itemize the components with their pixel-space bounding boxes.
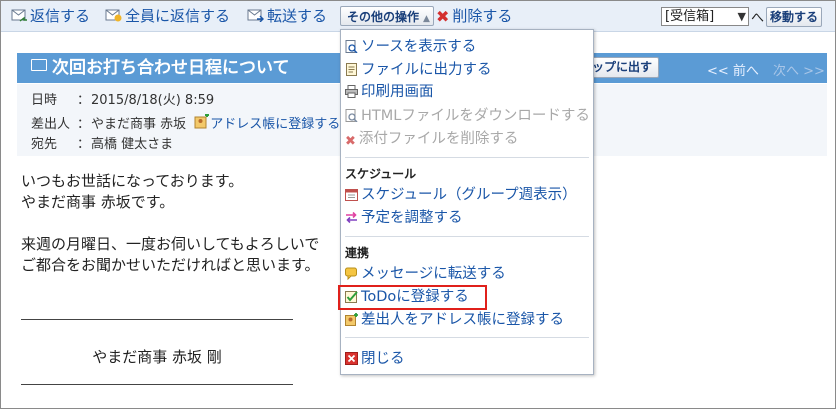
menu-item-label: 差出人をアドレス帳に登録する: [361, 312, 564, 328]
menu-item-close[interactable]: 閉じる: [345, 349, 405, 369]
reply-icon: [11, 7, 27, 27]
menu-item-delete-attachment: ✖ 添付ファイルを削除する: [345, 129, 518, 149]
menu-divider: [345, 236, 589, 237]
menu-item-label: スケジュール（グループ週表示）: [361, 187, 577, 203]
delete-label: 削除する: [452, 7, 513, 25]
menu-item-label: 閉じる: [361, 351, 405, 367]
menu-item-label: 印刷用画面: [361, 84, 434, 100]
reply-button[interactable]: 返信する: [11, 6, 90, 26]
from-value: やまだ商事 赤坂: [91, 117, 187, 132]
menu-divider: [345, 337, 589, 338]
next-link: 次へ >>: [773, 64, 825, 79]
adjust-icon: [345, 210, 358, 224]
toolbar: 返信する 全員に返信する 転送する その他の操作 ▲ ✖ 削除する [受信箱] ▼ …: [1, 1, 835, 32]
menu-item-label: メッセージに転送する: [361, 266, 506, 282]
colon: ：: [77, 137, 91, 152]
forward-label: 転送する: [267, 7, 328, 25]
message-body: いつもお世話になっております。 やまだ商事 赤坂です。 来週の月曜日、一度お伺い…: [21, 171, 320, 276]
menu-item-forward-message[interactable]: メッセージに転送する: [345, 264, 506, 284]
to-label: 宛先: [31, 137, 58, 152]
folder-select[interactable]: [受信箱] ▼: [661, 7, 749, 26]
forward-icon: [247, 7, 264, 27]
subject-text: 次回お打ち合わせ日程について: [52, 58, 290, 78]
from-label: 差出人: [31, 117, 71, 132]
menu-section-link: 連携: [345, 246, 370, 260]
menu-item-adjust-schedule[interactable]: 予定を調整する: [345, 208, 463, 228]
reply-all-icon: [105, 7, 122, 27]
signature-divider: [21, 384, 293, 385]
reply-all-button[interactable]: 全員に返信する: [105, 6, 230, 26]
address-book-icon: [194, 113, 210, 135]
body-line: やまだ商事 赤坂です。: [21, 193, 175, 211]
delete-button[interactable]: ✖ 削除する: [436, 6, 512, 26]
to-row: 宛先 ：高橋 健太さま: [31, 136, 173, 154]
menu-item-label: 予定を調整する: [361, 210, 463, 226]
move-button[interactable]: 移動する: [766, 7, 822, 27]
envelope-icon: [31, 59, 47, 71]
menu-item-print-view[interactable]: 印刷用画面: [345, 82, 434, 102]
delete-x-icon: ✖: [436, 6, 450, 26]
print-icon: [345, 84, 358, 98]
date-label: 日時: [31, 93, 58, 108]
menu-item-label: HTMLファイルをダウンロードする: [361, 108, 590, 124]
menu-divider: [345, 157, 589, 158]
prev-link[interactable]: << 前へ: [707, 60, 759, 79]
to-value: 高橋 健太さま: [91, 137, 174, 152]
other-operations-label: その他の操作: [347, 10, 420, 24]
schedule-icon: [345, 187, 358, 201]
mail-viewer: 返信する 全員に返信する 転送する その他の操作 ▲ ✖ 削除する [受信箱] ▼ …: [0, 0, 836, 409]
menu-item-register-sender[interactable]: 差出人をアドレス帳に登録する: [345, 310, 564, 330]
delete-attachment-icon: ✖: [345, 134, 356, 149]
reply-label: 返信する: [30, 7, 91, 25]
reply-all-label: 全員に返信する: [125, 7, 231, 25]
other-operations-button[interactable]: その他の操作 ▲: [340, 6, 434, 26]
body-line: いつもお世話になっております。: [21, 172, 244, 190]
date-value: 2015/8/18(火) 8:59: [91, 93, 215, 108]
triangle-up-icon: ▲: [423, 14, 430, 24]
menu-item-download-html: HTMLファイルをダウンロードする: [345, 106, 590, 126]
todo-highlight-box: [338, 285, 487, 310]
folder-select-value: [受信箱]: [665, 9, 715, 24]
message-icon: [345, 266, 358, 281]
menu-item-export-file[interactable]: ファイルに出力する: [345, 60, 492, 80]
colon: ：: [77, 117, 91, 132]
body-line: ご都合をお聞かせいただければと思います。: [21, 256, 320, 274]
subject-title: 次回お打ち合わせ日程について: [31, 56, 290, 80]
date-row: 日時 ：2015/8/18(火) 8:59: [31, 92, 214, 110]
menu-item-label: 添付ファイルを削除する: [358, 131, 519, 147]
signature-name: やまだ商事 赤坂 剛: [92, 348, 222, 366]
forward-button[interactable]: 転送する: [247, 6, 327, 26]
chevron-down-icon: ▼: [737, 10, 746, 23]
add-address-link[interactable]: アドレス帳に登録する: [194, 113, 341, 135]
file-export-icon: [345, 62, 358, 76]
html-download-icon: [345, 108, 358, 123]
colon: ：: [77, 93, 91, 108]
body-line: 来週の月曜日、一度お伺いしてもよろしいで: [21, 235, 320, 253]
menu-item-label: ソースを表示する: [361, 39, 477, 55]
close-icon: [345, 351, 358, 365]
folder-to-label: へ: [751, 11, 765, 26]
menu-item-schedule-group-week[interactable]: スケジュール（グループ週表示）: [345, 185, 577, 205]
body-line: [21, 213, 320, 234]
other-operations-menu: ソースを表示する ファイルに出力する 印刷用画面 HTMLファイルをダウンロード…: [340, 29, 594, 375]
menu-item-label: ファイルに出力する: [361, 62, 492, 78]
menu-section-schedule: スケジュール: [345, 167, 417, 181]
signature-divider: [21, 319, 293, 320]
from-row: 差出人 ：やまだ商事 赤坂 アドレス帳に登録する: [31, 113, 341, 135]
address-book-icon: [345, 312, 358, 326]
source-icon: [345, 39, 358, 54]
add-address-label: アドレス帳に登録する: [210, 117, 341, 132]
menu-item-view-source[interactable]: ソースを表示する: [345, 37, 476, 57]
